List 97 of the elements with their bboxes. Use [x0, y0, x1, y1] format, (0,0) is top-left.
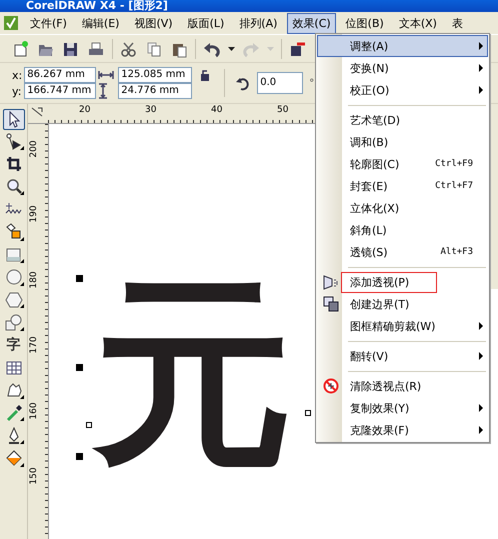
new-document-icon[interactable]	[12, 40, 30, 58]
degree-label: °	[309, 78, 314, 88]
menu-item[interactable]: 位图(B)	[340, 12, 389, 34]
perspective-icon	[323, 274, 339, 290]
menu-item[interactable]: 添加透视(P)	[317, 271, 488, 293]
artwork-text: 元	[93, 274, 294, 474]
cut-icon[interactable]	[120, 40, 138, 58]
ruler-number: 20	[79, 104, 92, 117]
table-icon	[4, 358, 22, 377]
selection-handle[interactable]	[76, 453, 83, 460]
flyout-corner-icon	[20, 259, 24, 264]
eyedropper-icon	[4, 404, 22, 422]
flyout-corner-icon	[20, 282, 24, 286]
y-position-field[interactable]: 166.747 mm	[24, 83, 96, 99]
overlap-squares-icon	[323, 296, 339, 312]
submenu-arrow-icon	[479, 352, 483, 360]
menu-item[interactable]: 图框精确剪裁(W)	[317, 315, 488, 337]
crop-icon	[4, 155, 22, 174]
flyout-corner-icon	[20, 462, 24, 466]
rectangle-icon	[4, 246, 22, 264]
height-icon	[98, 83, 108, 99]
flyout-corner-icon	[20, 394, 24, 399]
menu-item[interactable]: 排列(A)	[234, 12, 282, 34]
menu-item[interactable]: 克隆效果(F)	[317, 419, 488, 441]
prohibited-icon	[323, 378, 339, 394]
zoom-icon	[4, 178, 22, 196]
menu-item[interactable]: 变换(N)	[317, 57, 488, 79]
caret-icon[interactable]	[228, 46, 235, 50]
y-label: y:	[12, 84, 22, 98]
menu-item[interactable]: 艺术笔(D)	[317, 109, 488, 131]
menu-item[interactable]: 翻转(V)	[317, 345, 488, 367]
ruler-number: 190	[28, 204, 40, 225]
selection-handle[interactable]	[76, 275, 83, 282]
ruler-number: 50	[277, 104, 290, 117]
menu-item[interactable]: 透镜(S) Alt+F3	[317, 241, 488, 263]
submenu-arrow-icon	[479, 42, 483, 50]
fill-bucket-icon	[4, 449, 22, 468]
menu-item[interactable]: 视图(V)	[129, 12, 178, 34]
lock-icon[interactable]	[200, 69, 210, 81]
menu-item[interactable]: 创建边界(T)	[317, 293, 488, 315]
window-title: CorelDRAW X4 - [图形2]	[26, 0, 168, 12]
menu-item[interactable]: 校正(O)	[317, 79, 488, 101]
menu-item[interactable]: 立体化(X)	[317, 197, 488, 219]
import-icon[interactable]	[289, 40, 307, 58]
x-position-field[interactable]: 86.267 mm	[24, 67, 96, 83]
flyout-corner-icon	[20, 146, 24, 150]
polygon-icon	[4, 291, 22, 310]
ruler-number: 200	[28, 139, 40, 160]
ruler-number: 160	[28, 400, 40, 422]
shapes-icon	[4, 314, 22, 332]
menu-item[interactable]: 文本(X)	[394, 12, 442, 34]
ruler-number: 40	[211, 104, 224, 117]
menu-item[interactable]: 调和(B)	[317, 131, 488, 153]
menu-item[interactable]: 斜角(L)	[317, 219, 488, 241]
submenu-arrow-icon	[479, 322, 483, 330]
flyout-corner-icon	[20, 417, 24, 422]
angle-field[interactable]: 0.0	[257, 72, 304, 94]
flyout-corner-icon	[20, 326, 24, 331]
menu-item[interactable]: 表	[446, 12, 468, 34]
menu-item[interactable]: 复制效果(Y)	[317, 397, 488, 419]
menu-item[interactable]: 轮廓图(C) Ctrl+F9	[317, 153, 488, 175]
x-label: x:	[12, 68, 22, 82]
copy-icon[interactable]	[145, 40, 163, 58]
submenu-arrow-icon	[479, 404, 483, 412]
flyout-corner-icon	[20, 304, 24, 308]
submenu-arrow-icon	[479, 86, 483, 94]
print-icon[interactable]	[87, 40, 105, 58]
height-field[interactable]: 24.776 mm	[118, 83, 192, 99]
width-field[interactable]: 125.085 mm	[118, 67, 192, 83]
smart-fill-icon	[4, 223, 22, 242]
selection-handle[interactable]	[76, 364, 83, 371]
shapes-tool[interactable]	[2, 312, 24, 333]
submenu-arrow-icon	[479, 64, 483, 72]
menu-item[interactable]: 编辑(E)	[76, 12, 124, 34]
shape-tool-icon	[4, 132, 22, 151]
flyout-corner-icon	[20, 191, 24, 196]
menu-item[interactable]: 清除透视点(R)	[317, 375, 488, 397]
menu-item[interactable]: 文件(F)	[25, 12, 72, 34]
pointer-tool[interactable]	[2, 109, 24, 130]
menu-item[interactable]: 效果(C)	[287, 12, 336, 34]
selection-handle[interactable]	[86, 422, 92, 428]
ellipse-icon	[4, 268, 22, 286]
flyout-corner-icon	[20, 236, 24, 241]
menu-item[interactable]: 封套(E) Ctrl+F7	[317, 175, 488, 197]
ruler-number: 30	[145, 104, 158, 117]
polygon-tool[interactable]	[2, 290, 24, 310]
text-tool[interactable]: 字	[2, 334, 24, 356]
ruler-number: 180	[28, 270, 40, 290]
menu-item[interactable]: 版面(L)	[182, 12, 230, 34]
app-icon[interactable]	[3, 15, 19, 31]
selection-handle[interactable]	[305, 410, 311, 416]
submenu-arrow-icon	[479, 426, 483, 434]
flyout-corner-icon	[20, 440, 24, 444]
width-icon	[98, 70, 114, 80]
menu-item[interactable]: 调整(A)	[317, 35, 488, 57]
ruler-number: 170	[28, 336, 40, 356]
ruler-number: 150	[28, 466, 40, 487]
